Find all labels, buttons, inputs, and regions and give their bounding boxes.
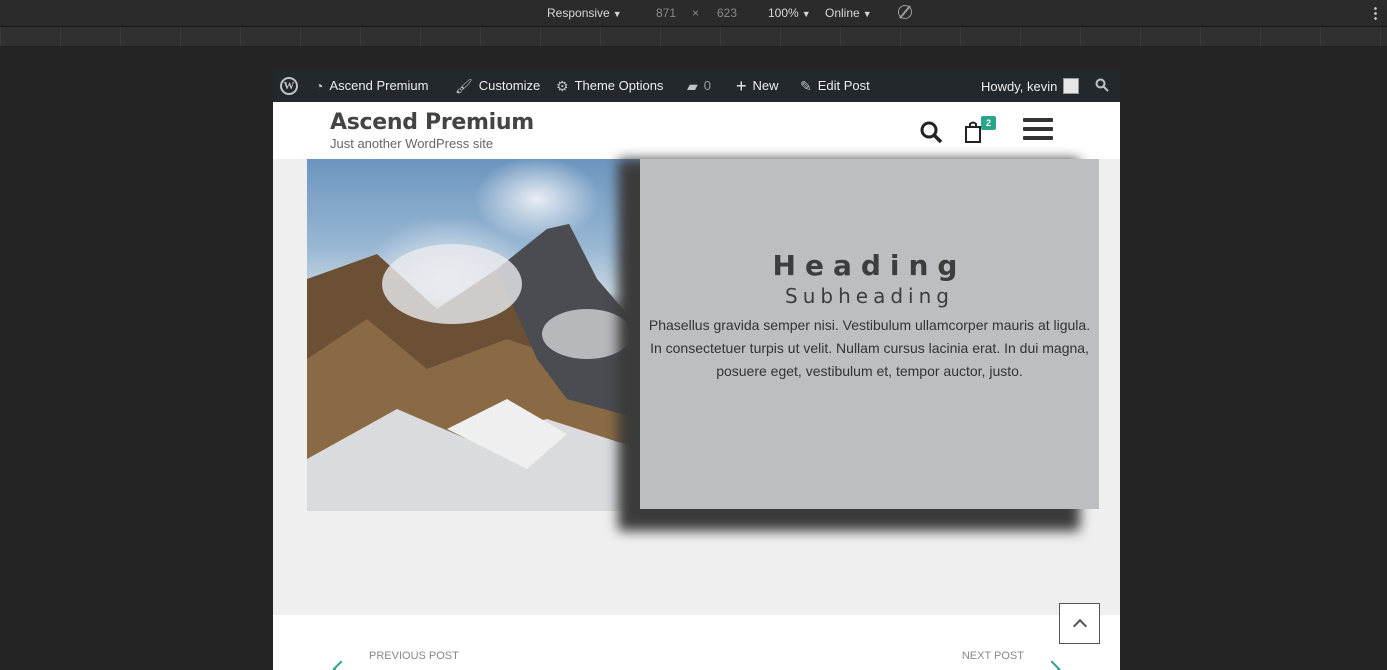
width-input[interactable]: 871 — [656, 6, 676, 20]
comments-count: 0 — [703, 78, 712, 93]
hero-body-text: Phasellus gravida semper nisi. Vestibulu… — [648, 317, 1091, 379]
admin-search-button[interactable] — [1095, 78, 1109, 92]
device-select[interactable]: Responsive ▼ — [547, 6, 622, 20]
theme-options-link[interactable]: ⚙ Theme Options — [556, 78, 663, 93]
wp-admin-bar: W ◔ Ascend Premium 🖌 Customize ⚙ Theme O… — [273, 70, 1120, 102]
next-post-link[interactable]: NEXT POST — [962, 650, 1024, 662]
emulated-viewport: W ◔ Ascend Premium 🖌 Customize ⚙ Theme O… — [273, 70, 1120, 670]
wordpress-icon: W — [280, 77, 298, 95]
comments-link[interactable]: ▰ 0 — [687, 78, 711, 93]
menu-toggle-button[interactable] — [1023, 118, 1053, 145]
avatar — [1063, 78, 1080, 94]
zoom-label: 100% — [768, 6, 799, 20]
dashboard-icon: ◔ — [315, 77, 324, 94]
hero-content-box: Heading Subheading Phasellus gravida sem… — [640, 159, 1099, 509]
gear-icon: ⚙ — [556, 77, 569, 94]
hamburger-bar — [1023, 136, 1053, 140]
admin-site-label: Ascend Premium — [329, 78, 429, 93]
cart-button[interactable]: 2 — [963, 116, 996, 144]
device-label: Responsive — [547, 6, 610, 20]
scroll-to-top-button[interactable] — [1059, 603, 1100, 644]
ruler — [0, 27, 1387, 46]
zoom-select[interactable]: 100% ▼ — [768, 6, 811, 20]
more-options-icon[interactable] — [1374, 6, 1377, 20]
previous-post-link[interactable]: PREVIOUS POST — [369, 650, 459, 662]
site-tagline: Just another WordPress site — [330, 136, 494, 151]
caret-down-icon: ▼ — [862, 9, 872, 19]
chevron-right-icon[interactable] — [1043, 660, 1061, 670]
search-icon — [920, 121, 943, 144]
customize-link[interactable]: 🖌 Customize — [455, 78, 540, 93]
cart-count-badge: 2 — [981, 116, 996, 130]
site-header: Ascend Premium Just another WordPress si… — [273, 102, 1120, 159]
mountain-illustration — [307, 224, 640, 511]
account-menu[interactable]: Howdy, kevin — [981, 78, 1080, 94]
times-sign: × — [692, 6, 700, 20]
hero-subheading: Subheading — [785, 284, 954, 308]
height-input[interactable]: 623 — [717, 6, 737, 20]
theme-options-label: Theme Options — [574, 78, 664, 93]
site-title[interactable]: Ascend Premium — [330, 110, 534, 135]
rotate-icon[interactable] — [898, 5, 912, 19]
network-label: Online — [825, 6, 860, 20]
pencil-icon: ✎ — [800, 77, 812, 94]
howdy-label: Howdy, kevin — [981, 78, 1058, 94]
chevron-left-icon[interactable] — [332, 660, 350, 670]
hero-heading: Heading — [772, 249, 967, 282]
new-link[interactable]: + New — [736, 75, 779, 96]
new-label: New — [752, 78, 779, 93]
mountain-image — [307, 159, 640, 511]
caret-down-icon: ▼ — [612, 9, 622, 19]
devtools-toolbar: Responsive ▼ 871 × 623 100% ▼ Online ▼ — [0, 0, 1387, 27]
admin-site-link[interactable]: ◔ Ascend Premium — [315, 78, 428, 93]
wordpress-logo-button[interactable]: W — [280, 77, 298, 95]
hamburger-bar — [1023, 118, 1053, 122]
customize-label: Customize — [478, 78, 541, 93]
caret-down-icon: ▼ — [801, 9, 811, 19]
plus-icon: + — [736, 75, 747, 96]
brush-icon: 🖌 — [455, 77, 473, 94]
edit-post-link[interactable]: ✎ Edit Post — [800, 78, 870, 93]
header-search-button[interactable] — [919, 120, 943, 149]
network-select[interactable]: Online ▼ — [825, 6, 872, 20]
edit-post-label: Edit Post — [817, 78, 870, 93]
hamburger-bar — [1023, 127, 1053, 131]
search-icon — [1095, 78, 1109, 92]
comment-icon: ▰ — [687, 77, 698, 94]
post-navigation: PREVIOUS POST NEXT POST — [273, 615, 1120, 670]
